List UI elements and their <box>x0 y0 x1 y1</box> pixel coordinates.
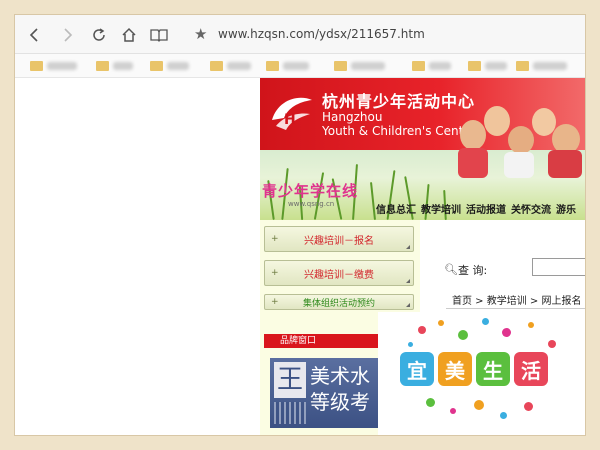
banner-title-en-1: Hangzhou <box>322 110 383 124</box>
banner-title-cn: 杭州青少年活动中心 <box>322 92 476 111</box>
watermark-tile: 美 <box>438 352 472 386</box>
search-icon: 🔍︎ <box>444 263 458 276</box>
corner-arrow-icon <box>406 303 410 307</box>
bookmark-item[interactable] <box>30 60 77 72</box>
ad-line-1: 美术水 <box>310 364 370 388</box>
plus-icon: + <box>271 234 279 244</box>
folder-icon <box>96 61 109 71</box>
watermark-tile: 生 <box>476 352 510 386</box>
bookmark-item[interactable] <box>412 60 451 72</box>
corner-arrow-icon <box>406 245 410 249</box>
browser-toolbar: ★ www.hzqsn.com/ydsx/211657.htm <box>14 14 586 54</box>
folder-icon <box>468 61 481 71</box>
forward-arrow-icon[interactable] <box>56 24 78 46</box>
nav-item-teaching[interactable]: 教学培训 <box>421 201 461 216</box>
bookmark-item[interactable] <box>516 60 567 72</box>
watermark-tile: 宜 <box>400 352 434 386</box>
bookmark-item[interactable] <box>334 60 385 72</box>
svg-text:H: H <box>284 112 296 128</box>
corner-arrow-icon <box>406 279 410 283</box>
children-photo <box>456 100 586 180</box>
plus-icon: + <box>271 268 279 278</box>
bookmark-item[interactable] <box>150 60 189 72</box>
ad-decoration <box>274 402 306 424</box>
folder-icon <box>412 61 425 71</box>
watermark-tiles: 宜 美 生 活 <box>400 352 548 386</box>
bookmarks-bar <box>14 54 586 78</box>
address-bar[interactable]: www.hzqsn.com/ydsx/211657.htm <box>218 27 425 41</box>
sidebar-item-label: 兴趣培训－报名 <box>304 235 374 247</box>
sidebar-item-label: 兴趣培训－缴费 <box>304 269 374 281</box>
star-icon[interactable]: ★ <box>194 25 207 43</box>
plus-icon: + <box>271 297 279 307</box>
sidebar-item-label: 集体组织活动预约 <box>302 298 375 309</box>
refresh-icon[interactable] <box>88 24 110 46</box>
ad-stamp: 王 <box>274 362 306 398</box>
bookmark-item[interactable] <box>266 60 309 72</box>
nav-item-info[interactable]: 信息总汇 <box>376 201 416 216</box>
sidebar-item-payment[interactable]: + 兴趣培训－缴费 <box>264 260 414 286</box>
folder-icon <box>30 61 43 71</box>
home-icon[interactable] <box>118 24 140 46</box>
main-nav: 信息总汇 教学培训 活动报道 关怀交流 游乐 <box>376 201 576 216</box>
folder-icon <box>334 61 347 71</box>
nav-item-care[interactable]: 关怀交流 <box>511 201 551 216</box>
brand-logo-url: www.qsng.cn <box>288 200 335 208</box>
reading-view-icon[interactable] <box>148 24 170 46</box>
back-arrow-icon[interactable] <box>24 24 46 46</box>
watermark-logo: 宜 美 生 活 <box>378 312 586 436</box>
site-logo-icon: H <box>272 97 312 130</box>
sidebar-item-group-booking[interactable]: + 集体组织活动预约 <box>264 294 414 310</box>
bookmark-item[interactable] <box>210 60 251 72</box>
folder-icon <box>266 61 279 71</box>
bookmark-item[interactable] <box>96 60 133 72</box>
nav-item-fun[interactable]: 游乐 <box>556 201 576 216</box>
search-label: 查 询: <box>458 264 488 277</box>
folder-icon <box>210 61 223 71</box>
search-input[interactable] <box>532 258 586 276</box>
ad-line-2: 等级考 <box>310 390 370 414</box>
folder-icon <box>516 61 529 71</box>
nav-item-activity[interactable]: 活动报道 <box>466 201 506 216</box>
brand-logo[interactable]: 青少年学在线 <box>262 180 358 201</box>
breadcrumb-divider <box>446 308 586 309</box>
breadcrumb[interactable]: 首页 > 教学培训 > 网上报名 > <box>452 292 586 307</box>
sidebar-item-enroll[interactable]: + 兴趣培训－报名 <box>264 226 414 252</box>
watermark-tile: 活 <box>514 352 548 386</box>
folder-icon <box>150 61 163 71</box>
banner-title-en-2: Youth & Children's Center <box>322 124 476 138</box>
brand-window-label: 品牌窗口 <box>280 336 317 346</box>
bookmark-item[interactable] <box>468 60 507 72</box>
